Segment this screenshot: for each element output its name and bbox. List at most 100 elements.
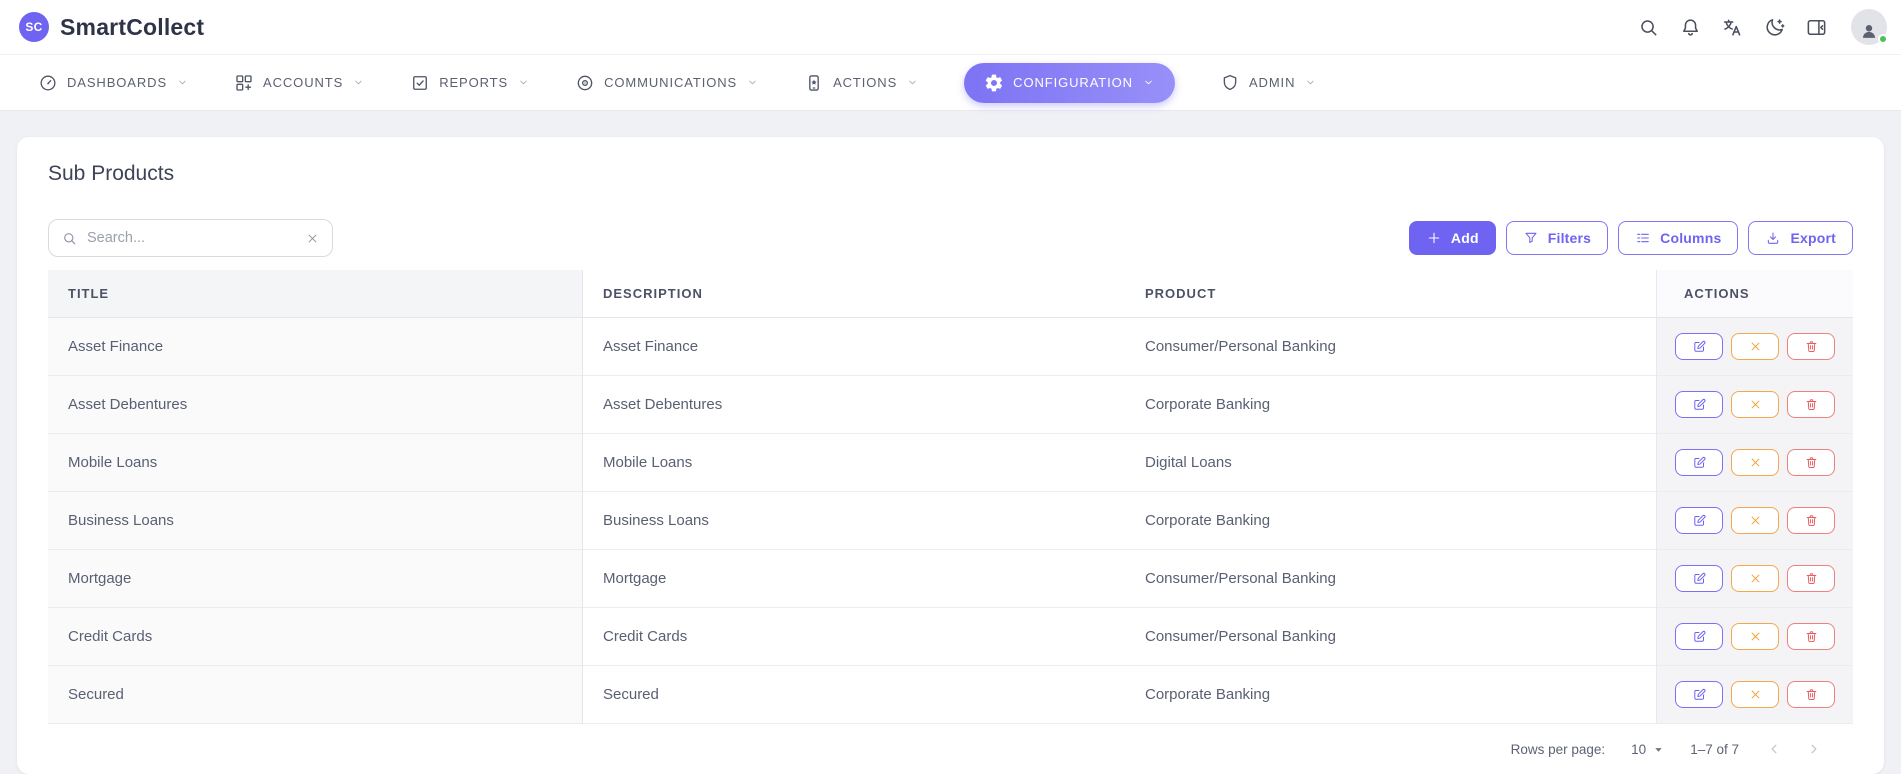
top-header: SC SmartCollect — [0, 0, 1901, 55]
delete-icon — [1804, 629, 1819, 644]
nav-item-label: ACTIONS — [833, 75, 897, 90]
delete-icon — [1804, 397, 1819, 412]
moon-stars-icon — [1763, 16, 1786, 39]
description-cell: Mortgage — [583, 550, 1125, 608]
pager — [1765, 740, 1823, 758]
nav-item-label: ACCOUNTS — [263, 75, 343, 90]
rows-per-page-select[interactable]: 10 — [1631, 742, 1664, 757]
chevron-down-icon — [1142, 76, 1155, 89]
cancel-button[interactable] — [1731, 565, 1779, 592]
nav-item-label: COMMUNICATIONS — [604, 75, 737, 90]
cancel-button[interactable] — [1731, 449, 1779, 476]
delete-button[interactable] — [1787, 681, 1835, 708]
toolbar-actions: Add Filters Columns Export — [1409, 221, 1853, 255]
edit-button[interactable] — [1675, 391, 1723, 418]
chevron-down-icon — [1304, 76, 1317, 89]
brand-logo: SC — [19, 12, 49, 42]
edit-icon — [1692, 571, 1707, 586]
table-row: Credit CardsCredit CardsConsumer/Persona… — [48, 608, 1853, 666]
table-row: Asset FinanceAsset FinanceConsumer/Perso… — [48, 318, 1853, 376]
product-cell: Corporate Banking — [1125, 666, 1656, 724]
edit-button[interactable] — [1675, 449, 1723, 476]
delete-button[interactable] — [1787, 333, 1835, 360]
nav-item-label: REPORTS — [439, 75, 508, 90]
gauge-icon — [38, 73, 58, 93]
delete-button[interactable] — [1787, 565, 1835, 592]
edit-icon — [1692, 629, 1707, 644]
clear-search-button[interactable] — [305, 231, 320, 246]
cancel-button[interactable] — [1731, 507, 1779, 534]
caret-down-icon — [1653, 744, 1664, 755]
edit-button[interactable] — [1675, 333, 1723, 360]
close-icon — [1748, 397, 1763, 412]
bell-icon — [1679, 16, 1702, 39]
nav-item-communications[interactable]: COMMUNICATIONS — [575, 73, 759, 93]
table-row: Business LoansBusiness LoansCorporate Ba… — [48, 492, 1853, 550]
search-icon — [61, 230, 78, 247]
title-cell: Mortgage — [48, 550, 583, 608]
table-row: Asset DebenturesAsset DebenturesCorporat… — [48, 376, 1853, 434]
download-icon — [1765, 230, 1781, 246]
description-cell: Asset Finance — [583, 318, 1125, 376]
close-icon — [305, 231, 320, 246]
actions-cell — [1656, 666, 1853, 724]
cancel-button[interactable] — [1731, 333, 1779, 360]
close-icon — [1748, 571, 1763, 586]
title-cell: Asset Debentures — [48, 376, 583, 434]
actions-cell — [1656, 318, 1853, 376]
chevron-down-icon — [352, 76, 365, 89]
delete-button[interactable] — [1787, 623, 1835, 650]
table-pagination: Rows per page: 10 1–7 of 7 — [48, 724, 1853, 774]
edit-button[interactable] — [1675, 507, 1723, 534]
brand[interactable]: SC SmartCollect — [19, 12, 204, 42]
filters-button[interactable]: Filters — [1506, 221, 1608, 255]
edit-icon — [1692, 339, 1707, 354]
nav-item-configuration[interactable]: CONFIGURATION — [964, 63, 1175, 103]
chevron-down-icon — [906, 76, 919, 89]
pagination-range: 1–7 of 7 — [1690, 742, 1739, 757]
notifications-button[interactable] — [1679, 16, 1702, 39]
edit-icon — [1692, 687, 1707, 702]
gear-icon — [984, 73, 1004, 93]
next-page-button[interactable] — [1805, 740, 1823, 758]
side-panel-button[interactable] — [1805, 16, 1828, 39]
delete-button[interactable] — [1787, 507, 1835, 534]
description-cell: Credit Cards — [583, 608, 1125, 666]
delete-button[interactable] — [1787, 391, 1835, 418]
delete-button[interactable] — [1787, 449, 1835, 476]
nav-item-dashboards[interactable]: DASHBOARDS — [38, 73, 189, 93]
dark-mode-button[interactable] — [1763, 16, 1786, 39]
product-cell: Corporate Banking — [1125, 376, 1656, 434]
cancel-button[interactable] — [1731, 391, 1779, 418]
actions-cell — [1656, 434, 1853, 492]
report-check-icon — [410, 73, 430, 93]
search-input[interactable] — [87, 230, 296, 246]
nav-item-reports[interactable]: REPORTS — [410, 73, 530, 93]
export-button[interactable]: Export — [1748, 221, 1853, 255]
nav-item-admin[interactable]: ADMIN — [1220, 73, 1317, 93]
page-title: Sub Products — [48, 161, 1853, 187]
edit-button[interactable] — [1675, 565, 1723, 592]
column-header-actions: ACTIONS — [1656, 270, 1853, 318]
search-button[interactable] — [1637, 16, 1660, 39]
app-title: SmartCollect — [60, 14, 204, 41]
main-nav: DASHBOARDS ACCOUNTS REPORTS COMMUNICATIONS A… — [0, 55, 1901, 111]
cancel-button[interactable] — [1731, 681, 1779, 708]
edit-icon — [1692, 513, 1707, 528]
button-label: Columns — [1660, 230, 1721, 246]
rows-per-page: Rows per page: 10 — [1511, 742, 1665, 757]
previous-page-button[interactable] — [1765, 740, 1783, 758]
broadcast-icon — [575, 73, 595, 93]
page-content: Sub Products AddFiltersColumnsExport TIT… — [0, 111, 1901, 774]
close-icon — [1748, 687, 1763, 702]
cancel-button[interactable] — [1731, 623, 1779, 650]
nav-item-accounts[interactable]: ACCOUNTS — [234, 73, 365, 93]
add-button[interactable]: Add — [1409, 221, 1496, 255]
columns-button[interactable]: Columns — [1618, 221, 1738, 255]
edit-button[interactable] — [1675, 681, 1723, 708]
language-button[interactable] — [1721, 16, 1744, 39]
nav-item-actions[interactable]: ACTIONS — [804, 73, 919, 93]
user-avatar[interactable] — [1851, 9, 1887, 45]
edit-button[interactable] — [1675, 623, 1723, 650]
close-icon — [1748, 513, 1763, 528]
